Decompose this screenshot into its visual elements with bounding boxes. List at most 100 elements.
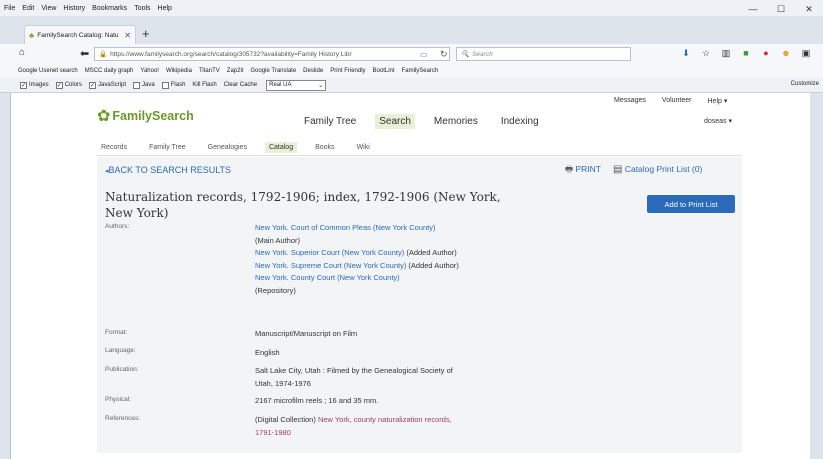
subnav-genealogies[interactable]: Genealogies [204, 142, 251, 153]
catalog-print-list-link[interactable]: ▤ Catalog Print List (0) [613, 164, 702, 175]
subnav-catalog[interactable]: Catalog [264, 141, 298, 153]
addon-green-icon[interactable]: ■ [736, 48, 756, 59]
home-icon[interactable]: ⌂ [19, 47, 25, 58]
bookmark-item[interactable]: BootLint [373, 68, 395, 74]
new-tab-icon[interactable]: + [142, 26, 150, 41]
library-icon[interactable]: ▥ [716, 48, 736, 59]
close-window-icon[interactable]: ✕ [795, 4, 823, 15]
messages-link[interactable]: Messages [614, 97, 646, 105]
maximize-icon[interactable]: ☐ [767, 4, 795, 15]
images-checkbox[interactable]: ✓ Images [20, 81, 49, 89]
javascript-checkbox[interactable]: ✓ JavaScript [89, 81, 126, 89]
menu-edit[interactable]: Edit [22, 5, 34, 12]
bookmark-item[interactable]: Print Friendly [330, 68, 365, 74]
window-controls: — ☐ ✕ [739, 4, 823, 15]
publication-label: Publication: [105, 366, 139, 373]
record-detail: Naturalization records, 1792-1906; index… [97, 183, 742, 453]
checkbox-checked-icon: ✓ [55, 81, 63, 89]
authors-list: New York. Court of Common Pleas (New Yor… [255, 222, 485, 297]
volunteer-link[interactable]: Volunteer [662, 97, 692, 105]
references-prefix: (Digital Collection) [255, 415, 316, 424]
author-link[interactable]: New York. Superior Court (New York Count… [255, 248, 404, 257]
reload-icon[interactable]: ↻ [440, 49, 448, 60]
menu-view[interactable]: View [41, 5, 56, 12]
checkbox-unchecked-icon [133, 81, 141, 89]
bookmark-star-icon[interactable]: ☆ [696, 48, 716, 59]
download-icon[interactable]: ⬇ [676, 48, 696, 59]
lock-icon: 🔒 [99, 51, 108, 58]
tab-title: FamilySearch Catalog: Natu [37, 31, 119, 39]
subnav-family-tree[interactable]: Family Tree [145, 142, 190, 153]
reader-view-icon[interactable]: ▭ [420, 50, 428, 59]
author-link[interactable]: New York. County Court (New York County) [255, 273, 400, 282]
subnav-records[interactable]: Records [97, 142, 131, 153]
author-link[interactable]: New York. Court of Common Pleas (New Yor… [255, 223, 436, 232]
back-to-results-link[interactable]: ◂BACK TO SEARCH RESULTS [105, 165, 231, 175]
author-role: (Repository) [255, 285, 296, 295]
author-link[interactable]: New York. Supreme Court (New York County… [255, 261, 406, 270]
tree-logo-icon: ✿ [97, 108, 111, 125]
print-link[interactable]: 🖶 PRINT [565, 164, 601, 178]
nav-indexing[interactable]: Indexing [497, 114, 543, 129]
help-menu[interactable]: Help ▾ [708, 97, 728, 105]
colors-checkbox[interactable]: ✓ Colors [55, 81, 82, 89]
kill-flash-button[interactable]: Kill Flash [192, 82, 216, 88]
author-role: (Added Author) [406, 248, 457, 257]
subnav-books[interactable]: Books [311, 142, 338, 153]
browser-tab[interactable]: ♣ FamilySearch Catalog: Natu ✕ [24, 25, 136, 44]
back-arrow-icon[interactable]: ⬅ [80, 47, 89, 60]
nav-search[interactable]: Search [375, 114, 415, 129]
menu-file[interactable]: File [4, 5, 15, 12]
menu-bookmarks[interactable]: Bookmarks [92, 5, 127, 12]
addon-red-icon[interactable]: ● [756, 48, 776, 59]
add-to-print-list-button[interactable]: Add to Print List [647, 195, 735, 213]
nav-family-tree[interactable]: Family Tree [300, 114, 360, 129]
search-input[interactable]: 🔍 Search [456, 47, 631, 61]
sidebar-icon[interactable]: ▣ [796, 48, 816, 59]
checkbox-unchecked-icon [161, 81, 169, 89]
familysearch-favicon-icon: ♣ [29, 30, 35, 40]
list-icon: ▤ [613, 164, 623, 175]
close-tab-icon[interactable]: ✕ [124, 31, 131, 40]
bookmark-item[interactable]: Google Translate [250, 68, 296, 74]
toolbar-icons: ⬇ ☆ ▥ ■ ● ☻ ▣ ≡ [676, 48, 823, 59]
user-menu[interactable]: doseas ▾ [704, 117, 732, 125]
hamburger-menu-icon[interactable]: ≡ [816, 48, 823, 59]
familysearch-logo[interactable]: ✿ FamilySearch [97, 106, 194, 126]
customize-button[interactable]: Customize [791, 81, 819, 87]
bookmark-item[interactable]: FamilySearch [402, 68, 439, 74]
subnav-wiki[interactable]: Wiki [353, 142, 374, 153]
minimize-icon[interactable]: — [739, 4, 767, 15]
bookmark-item[interactable]: Google Usenet search [18, 68, 78, 74]
menu-tools[interactable]: Tools [134, 5, 150, 12]
url-bar[interactable]: 🔒 https://www.familysearch.org/search/ca… [94, 47, 450, 61]
record-title: Naturalization records, 1792-1906; index… [105, 190, 501, 220]
java-checkbox[interactable]: Java [133, 81, 155, 89]
bookmark-item[interactable]: Yahoo! [140, 68, 159, 74]
sub-nav: Records Family Tree Genealogies Catalog … [97, 139, 742, 156]
bookmark-item[interactable]: TitanTV [199, 68, 220, 74]
bookmark-item[interactable]: MSCC daily graph [85, 68, 134, 74]
url-text: https://www.familysearch.org/search/cata… [110, 50, 352, 58]
bookmark-item[interactable]: Wikipedia [166, 68, 192, 74]
checkbox-checked-icon: ✓ [20, 81, 27, 89]
bookmark-item[interactable]: Deslide [303, 68, 323, 74]
printer-icon: 🖶 [565, 164, 574, 174]
menu-help[interactable]: Help [158, 5, 172, 12]
nav-memories[interactable]: Memories [430, 114, 482, 129]
clear-cache-button[interactable]: Clear Cache [224, 82, 257, 88]
results-bar: ◂BACK TO SEARCH RESULTS 🖶 PRINT ▤ Catalo… [97, 157, 742, 183]
author-role: (Added Author) [408, 260, 459, 270]
publication-value: Salt Lake City, Utah : Filmed by the Gen… [255, 366, 453, 388]
references-label: References: [105, 415, 141, 422]
menu-bar: File Edit View History Bookmarks Tools H… [0, 0, 823, 16]
search-placeholder: Search [472, 50, 493, 58]
physical-label: Physical: [105, 396, 132, 403]
menu-history[interactable]: History [63, 5, 85, 12]
flash-checkbox[interactable]: Flash [161, 81, 185, 89]
tab-strip: ♣ FamilySearch Catalog: Natu ✕ + [0, 22, 823, 44]
addon-smiley-icon[interactable]: ☻ [776, 48, 796, 59]
user-agent-select[interactable]: Real UA ⌄ [266, 79, 327, 91]
bookmark-item[interactable]: Zap2it [227, 68, 244, 74]
navigation-toolbar: ⬅ 🔒 https://www.familysearch.org/search/… [0, 44, 823, 64]
